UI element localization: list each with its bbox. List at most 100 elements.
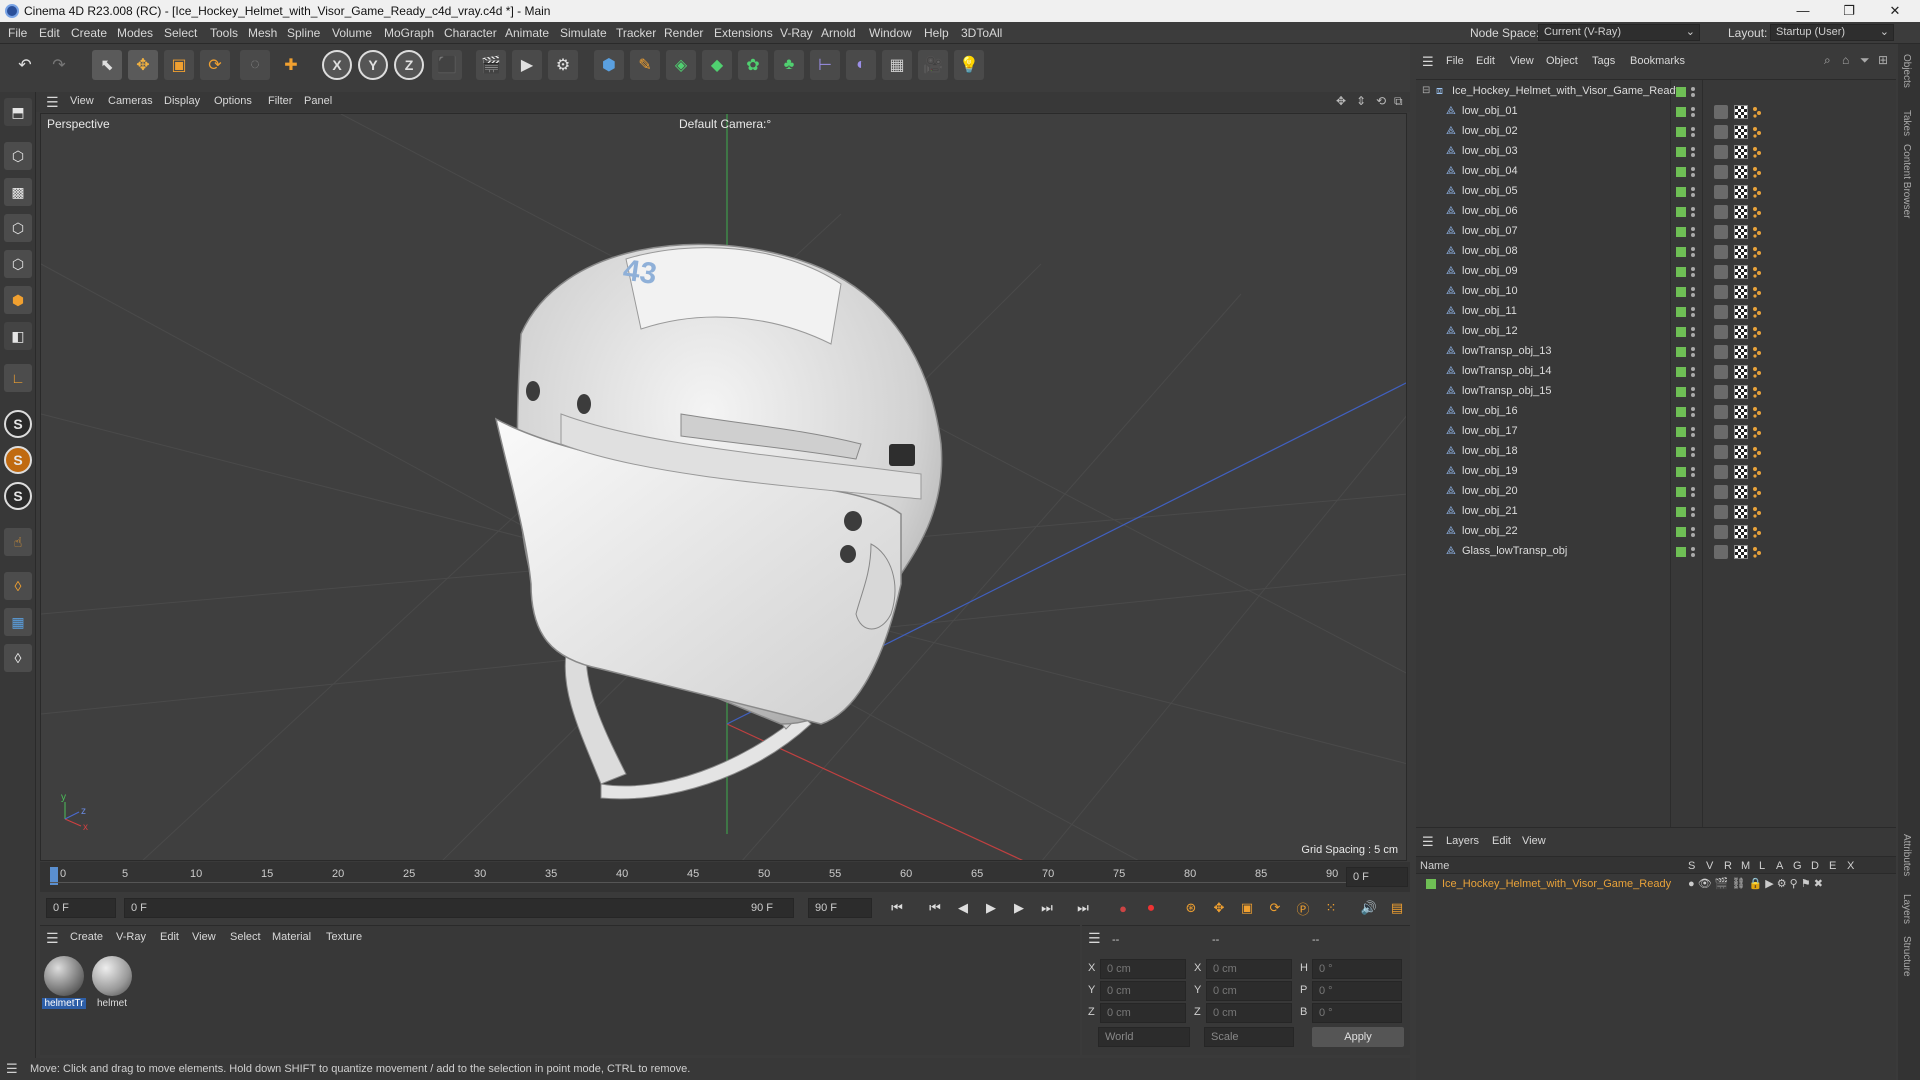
object-menu-object[interactable]: Object [1546, 55, 1578, 67]
key-rotation-icon[interactable]: ⟳ [1264, 897, 1286, 919]
editor-visibility-dot[interactable] [1691, 207, 1695, 211]
key-scale-icon[interactable]: ▣ [1236, 897, 1258, 919]
material-tag-icon[interactable] [1734, 205, 1748, 219]
object-name[interactable]: Glass_lowTransp_obj [1462, 545, 1567, 557]
record-keys-icon[interactable]: ● [1112, 897, 1134, 919]
object-row[interactable]: ⟁ low_obj_17 [1416, 422, 1894, 442]
vray-tag-icon[interactable] [1752, 106, 1762, 118]
render-visibility-dot[interactable] [1691, 273, 1695, 277]
floor-icon[interactable]: ▦ [882, 50, 912, 80]
light-icon[interactable]: 💡 [954, 50, 984, 80]
render-visibility-dot[interactable] [1691, 553, 1695, 557]
vray-tag-icon[interactable] [1752, 226, 1762, 238]
spline-pen-icon[interactable]: ✎ [630, 50, 660, 80]
editor-visibility-dot[interactable] [1691, 187, 1695, 191]
go-to-end-icon[interactable]: ⏭ [1072, 897, 1094, 919]
menu-tracker[interactable]: Tracker [616, 26, 656, 40]
object-row[interactable]: ⟁ low_obj_22 [1416, 522, 1894, 542]
size-x-field[interactable]: 0 cm [1206, 959, 1292, 979]
object-name[interactable]: low_obj_06 [1462, 205, 1518, 217]
editor-visibility-dot[interactable] [1691, 487, 1695, 491]
y-axis-lock-icon[interactable]: Y [358, 50, 388, 80]
select-tool-icon[interactable]: ⬉ [92, 50, 122, 80]
move-tool-icon[interactable]: ✥ [128, 50, 158, 80]
frame-range-slider[interactable]: 0 F 90 F [124, 898, 794, 918]
filter-icon[interactable]: ⏷ [1860, 53, 1870, 68]
side-tab-content-browser[interactable]: Content Browser [1901, 144, 1912, 218]
current-frame-field[interactable]: 0 F [1346, 867, 1408, 887]
maximize-view-icon[interactable]: ⧉ [1394, 94, 1403, 109]
render-view-icon[interactable]: 🎬 [476, 50, 506, 80]
layer-name[interactable]: Ice_Hockey_Helmet_with_Visor_Game_Ready [1442, 878, 1671, 890]
vray-tag-icon[interactable] [1752, 506, 1762, 518]
vray-tag-icon[interactable] [1752, 546, 1762, 558]
go-to-start-icon[interactable]: ⏮ [886, 897, 908, 919]
layer-color-swatch[interactable] [1676, 267, 1686, 277]
camera-icon[interactable]: 🎥 [918, 50, 948, 80]
object-row[interactable]: ⟁ lowTransp_obj_14 [1416, 362, 1894, 382]
phong-tag-icon[interactable] [1714, 105, 1728, 119]
workplane-icon[interactable]: ◊ [4, 572, 32, 600]
object-row[interactable]: ⟁ low_obj_19 [1416, 462, 1894, 482]
phong-tag-icon[interactable] [1714, 485, 1728, 499]
vray-tag-icon[interactable] [1752, 206, 1762, 218]
menu-window[interactable]: Window [869, 26, 912, 40]
side-tab-takes[interactable]: Takes [1901, 110, 1912, 136]
node-space-dropdown[interactable]: Current (V-Ray) ⌄ [1538, 24, 1700, 41]
object-name[interactable]: low_obj_17 [1462, 425, 1518, 437]
menu-render[interactable]: Render [664, 26, 703, 40]
layer-color-swatch[interactable] [1426, 879, 1436, 889]
material-tag-icon[interactable] [1734, 225, 1748, 239]
hamburger-icon[interactable]: ☰ [1422, 54, 1434, 70]
object-name[interactable]: low_obj_07 [1462, 225, 1518, 237]
material-tag-icon[interactable] [1734, 285, 1748, 299]
menu-select[interactable]: Select [164, 26, 197, 40]
menu-mograph[interactable]: MoGraph [384, 26, 434, 40]
redo-icon[interactable]: ↷ [44, 50, 74, 80]
orbit-icon[interactable]: ⟲ [1376, 94, 1386, 108]
layer-color-swatch[interactable] [1676, 127, 1686, 137]
layer-color-swatch[interactable] [1676, 347, 1686, 357]
material-tag-icon[interactable] [1734, 305, 1748, 319]
menu-modes[interactable]: Modes [117, 26, 153, 40]
editor-visibility-dot[interactable] [1691, 107, 1695, 111]
layer-color-swatch[interactable] [1676, 367, 1686, 377]
object-row[interactable]: ⟁ low_obj_05 [1416, 182, 1894, 202]
timeline-window-icon[interactable]: ▤ [1386, 897, 1408, 919]
layer-color-swatch[interactable] [1676, 207, 1686, 217]
object-row[interactable]: ⟁ low_obj_08 [1416, 242, 1894, 262]
layers-menu-view[interactable]: View [1522, 835, 1546, 847]
quantize-icon[interactable]: S [4, 482, 32, 510]
menu-extensions[interactable]: Extensions [714, 26, 773, 40]
object-name[interactable]: low_obj_18 [1462, 445, 1518, 457]
render-visibility-dot[interactable] [1691, 213, 1695, 217]
side-tab-structure[interactable]: Structure [1901, 936, 1912, 977]
grid-plane-icon[interactable]: ▦ [4, 608, 32, 636]
render-visibility-dot[interactable] [1691, 113, 1695, 117]
key-selection-icon[interactable]: ⊛ [1180, 897, 1202, 919]
object-row[interactable]: ⟁ low_obj_12 [1416, 322, 1894, 342]
timeline-ruler[interactable]: 0 5 10 15 20 25 30 35 40 45 50 55 60 65 … [40, 862, 1410, 892]
editor-visibility-dot[interactable] [1691, 167, 1695, 171]
material-tag-icon[interactable] [1734, 545, 1748, 559]
prev-key-icon[interactable]: ⏮ [924, 897, 946, 919]
layer-color-swatch[interactable] [1676, 527, 1686, 537]
render-picture-viewer-icon[interactable]: ▶ [512, 50, 542, 80]
render-visibility-dot[interactable] [1691, 133, 1695, 137]
vray-tag-icon[interactable] [1752, 166, 1762, 178]
object-name[interactable]: low_obj_19 [1462, 465, 1518, 477]
phong-tag-icon[interactable] [1714, 265, 1728, 279]
render-visibility-dot[interactable] [1691, 233, 1695, 237]
render-visibility-dot[interactable] [1691, 293, 1695, 297]
object-name[interactable]: low_obj_03 [1462, 145, 1518, 157]
editor-visibility-dot[interactable] [1691, 347, 1695, 351]
material-tag-icon[interactable] [1734, 105, 1748, 119]
render-visibility-dot[interactable] [1691, 153, 1695, 157]
menu-mesh[interactable]: Mesh [248, 26, 277, 40]
scale-mode-dropdown[interactable]: Scale [1204, 1027, 1294, 1047]
menu-character[interactable]: Character [444, 26, 497, 40]
menu-create[interactable]: Create [71, 26, 107, 40]
editor-visibility-dot[interactable] [1691, 367, 1695, 371]
vray-tag-icon[interactable] [1752, 486, 1762, 498]
menu-arnold[interactable]: Arnold [821, 26, 856, 40]
